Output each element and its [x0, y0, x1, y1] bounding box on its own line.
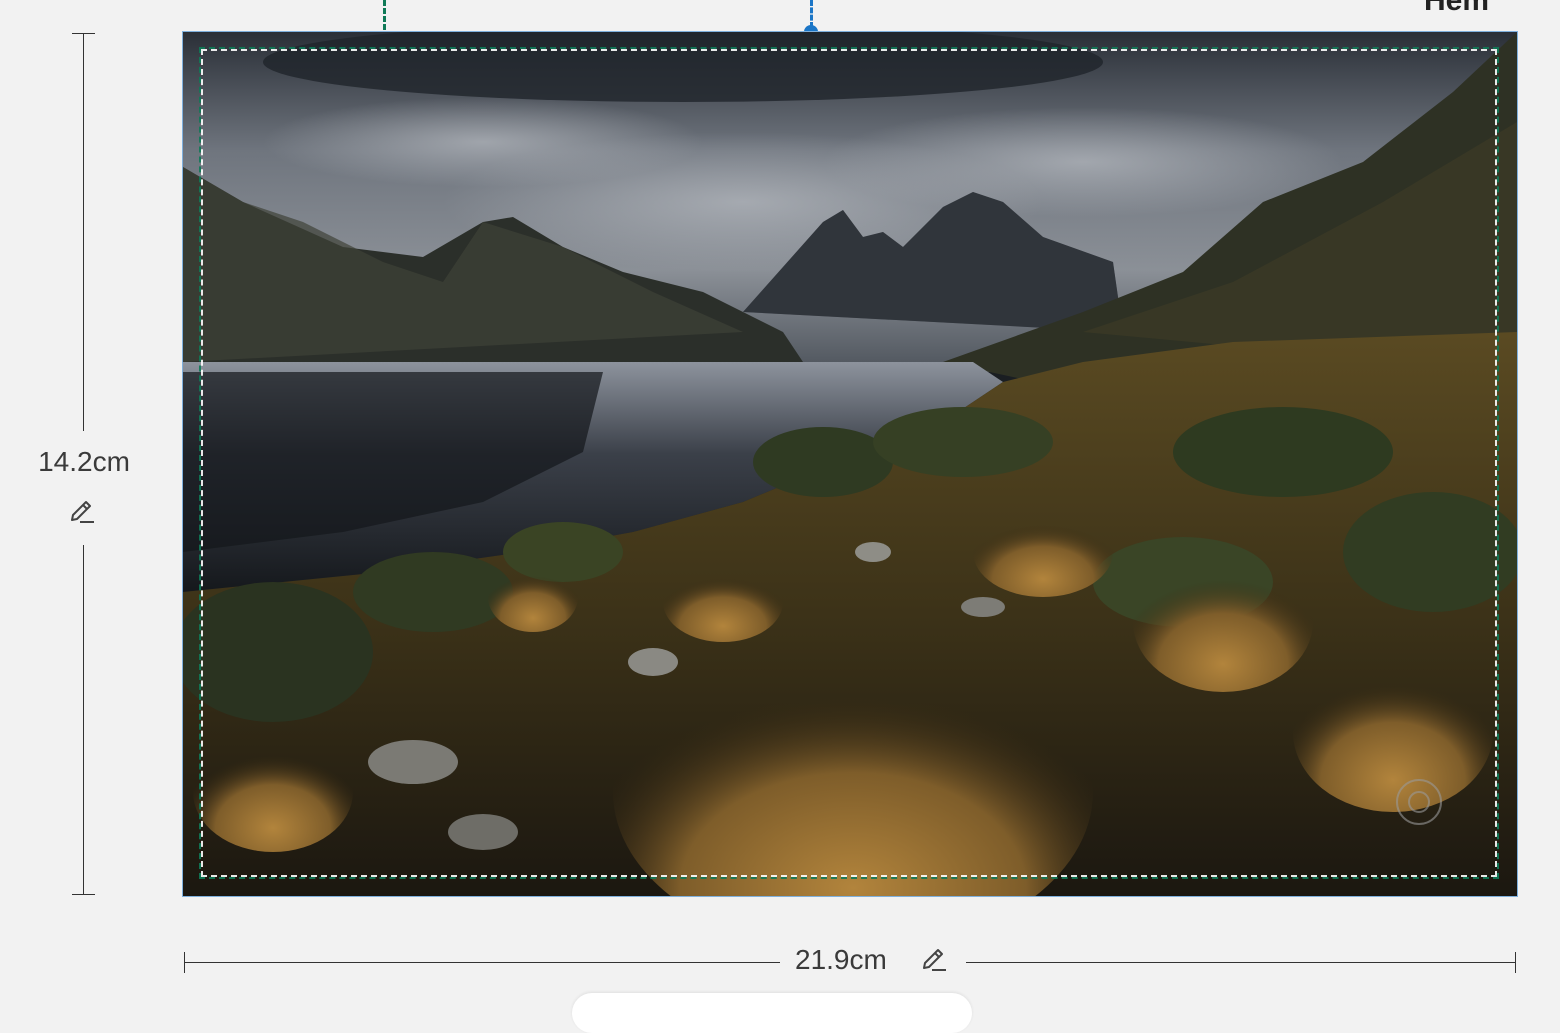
height-ruler-line — [83, 545, 84, 895]
width-ruler-line — [966, 962, 1516, 963]
width-label: 21.9cm — [795, 944, 887, 975]
trim-guide-connector — [810, 0, 813, 28]
width-ruler-line — [184, 962, 780, 963]
height-ruler-cap-bottom — [72, 894, 95, 895]
edit-width-pencil-icon[interactable] — [920, 946, 948, 974]
bottom-toolbar[interactable] — [572, 993, 972, 1033]
height-label: 14.2cm — [38, 446, 130, 477]
edit-height-pencil-icon[interactable] — [68, 498, 96, 526]
hem-label: Hem — [1424, 0, 1490, 17]
safe-area-outline — [201, 49, 1497, 877]
height-ruler-line — [83, 33, 84, 431]
width-ruler-cap-right — [1515, 952, 1516, 973]
